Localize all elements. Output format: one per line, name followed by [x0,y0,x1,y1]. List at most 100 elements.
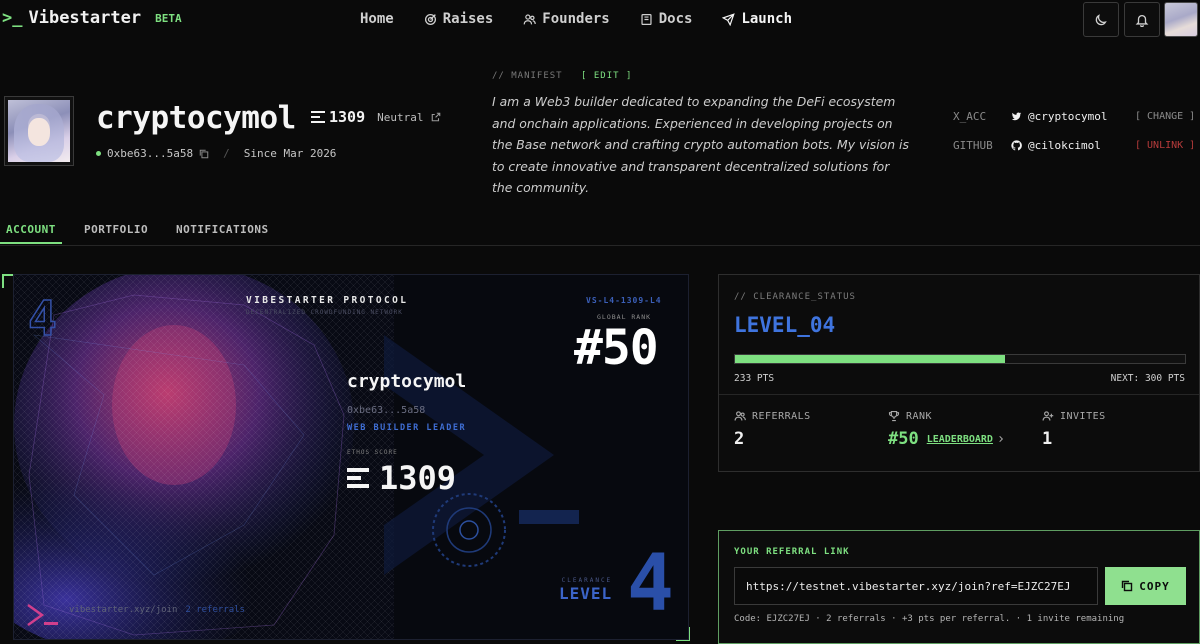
twitter-icon [1011,112,1022,121]
copy-icon[interactable] [199,149,209,159]
card-clearance-label: CLEARANCE [561,577,613,584]
stat-value: 2 [734,429,745,449]
stat-label: INVITES [1060,410,1106,422]
trophy-icon [888,410,900,422]
tab-account[interactable]: ACCOUNT [0,223,62,244]
logo-mark: >_ [2,8,23,28]
card-ethos-label: ETHOS SCORE [347,449,398,456]
card-big-level: 4 [627,539,674,629]
nav-docs-label: Docs [658,11,693,27]
social-row-github: GITHUB @cilokcimol [ UNLINK ] [953,139,1195,152]
theme-toggle-button[interactable] [1083,2,1119,37]
stat-label: RANK [906,410,933,422]
copy-icon [1122,580,1133,592]
logo[interactable]: >_ Vibestarter BETA [2,8,182,28]
send-icon [722,12,736,26]
clearance-level: LEVEL_04 [734,313,836,337]
card-code: VS-L4-1309-L4 [586,296,662,305]
wallet-address: 0xbe63...5a58 [107,147,194,160]
ethos-icon [311,111,325,123]
nav-raises[interactable]: Raises [424,11,494,27]
card-footer-url: vibestarter.xyz/join [69,605,178,615]
manifest-text: I am a Web3 builder dedicated to expandi… [492,94,909,195]
stat-value: #50 [888,429,919,449]
social-key: X_ACC [953,110,987,123]
card-title: VIBESTARTER PROTOCOL [246,295,409,306]
profile-username: cryptocymol [96,100,296,136]
ethos-score-value: 1309 [329,108,366,126]
referral-link-input[interactable] [734,567,1098,605]
top-nav: >_ Vibestarter BETA Home Raises Founders… [0,0,1200,40]
card-clearance: CLEARANCE LEVEL [559,577,612,603]
nav-launch-label: Launch [741,11,793,27]
social-row-x: X_ACC @cryptocymol [ CHANGE ] [953,110,1195,123]
nav-home[interactable]: Home [360,11,394,27]
stat-invites: INVITES 1 [1042,410,1106,450]
github-icon [1011,140,1022,151]
stat-rank: RANK #50 LEADERBOARD [888,410,1005,449]
next-level-points: NEXT: 300 PTS [1110,373,1185,384]
social-handle[interactable]: @cryptocymol [1028,110,1107,123]
global-rank-value: #50 [574,320,659,376]
change-x-button[interactable]: [ CHANGE ] [1135,111,1195,122]
nav-launch[interactable]: Launch [722,11,792,27]
ethos-icon [347,468,369,488]
manifest-label: // MANIFEST [492,71,563,81]
notifications-button[interactable] [1124,2,1160,37]
wallet-row: 0xbe63...5a58 / Since Mar 2026 [96,147,336,160]
users-icon [734,411,746,421]
current-points: 233 PTS [734,373,775,384]
social-key: GITHUB [953,139,993,152]
user-avatar-button[interactable] [1164,2,1198,37]
card-ethos: 1309 [347,459,456,497]
profile-card[interactable]: 4 VIBESTARTER PROTOCOL DECENTRALIZED CRO… [13,274,689,640]
manifest-header: // MANIFEST [ EDIT ] [492,71,632,81]
social-handle[interactable]: @cilokcimol [1028,139,1101,152]
reputation-label: Neutral [377,110,424,124]
online-dot [96,151,101,156]
copy-button[interactable]: COPY [1105,567,1186,605]
nav-home-label: Home [360,11,394,27]
card-clearance-level: LEVEL [559,584,613,603]
nav-founders[interactable]: Founders [523,11,610,27]
stat-referrals: REFERRALS 2 [734,410,811,450]
copy-label: COPY [1139,579,1170,593]
card-role: WEB BUILDER LEADER [347,423,467,433]
tab-portfolio[interactable]: PORTFOLIO [84,223,148,236]
ethos-score-badge[interactable]: 1309 Neutral [311,108,441,126]
clearance-panel: // CLEARANCE_STATUS LEVEL_04 233 PTS NEX… [718,274,1200,472]
external-link-icon [432,112,441,122]
beta-badge: BETA [155,11,182,25]
leaderboard-link[interactable]: LEADERBOARD [927,434,1005,445]
card-wallet: 0xbe63...5a58 [347,405,426,416]
progress-fill [735,355,1005,363]
users-icon [523,13,537,24]
clearance-progress-bar [734,354,1186,364]
profile-tabs: ACCOUNT PORTFOLIO NOTIFICATIONS [0,220,1200,246]
manifest-edit-button[interactable]: [ EDIT ] [581,71,632,81]
member-since: Since Mar 2026 [243,147,337,160]
background-chevron [384,335,579,575]
unlink-github-button[interactable]: [ UNLINK ] [1135,140,1195,151]
nav-links: Home Raises Founders Docs Launch [360,11,822,27]
nav-founders-label: Founders [542,11,610,27]
bell-icon [1135,14,1149,27]
card-footer: vibestarter.xyz/join 2 referrals [69,605,245,615]
corner-level-mark: 4 [28,291,57,347]
target-icon [424,13,436,25]
leaderboard-link-label: LEADERBOARD [926,433,993,445]
logo-text: Vibestarter [28,8,142,28]
tab-notifications[interactable]: NOTIFICATIONS [176,223,269,236]
card-subtitle: DECENTRALIZED CROWDFUNDING NETWORK [246,309,403,316]
nav-docs[interactable]: Docs [640,11,693,27]
stat-value: 1 [1042,429,1053,449]
moon-icon [1095,13,1107,25]
nav-raises-label: Raises [442,11,494,27]
book-icon [641,13,652,25]
referral-panel: YOUR REFERRAL LINK COPY Code: EJZC27EJ ·… [718,530,1200,644]
divider [719,394,1199,395]
user-plus-icon [1042,411,1054,421]
clearance-label: // CLEARANCE_STATUS [734,292,856,302]
separator: / [223,147,230,160]
card-ethos-value: 1309 [379,459,457,497]
